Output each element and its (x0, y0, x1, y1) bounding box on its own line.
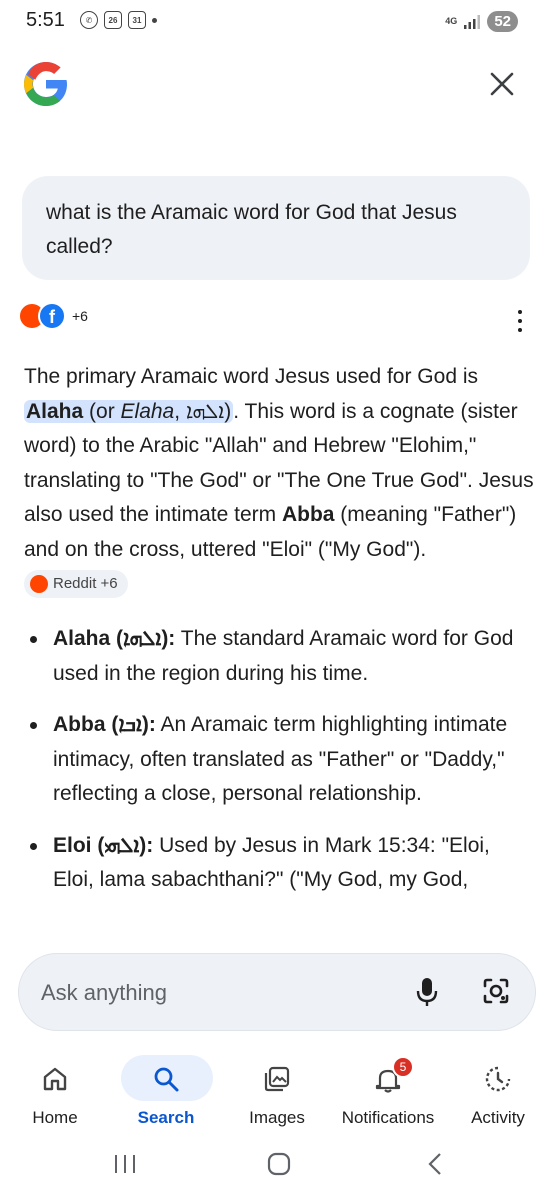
more-options-icon[interactable] (516, 310, 524, 332)
sources-row[interactable]: f +6 (18, 302, 88, 330)
highlight-script: , ܐܠܗܐ) (174, 399, 232, 423)
network-type: 4G (445, 16, 458, 26)
calendar-31-icon: 31 (128, 11, 146, 29)
more-notifications-dot (152, 17, 157, 23)
status-right: 4G 52 (445, 11, 518, 32)
nav-label-home: Home (32, 1108, 78, 1127)
signal-icon (464, 14, 481, 29)
list-item: Alaha (ܐܠܗܐ): The standard Aramaic word … (24, 622, 534, 691)
whatsapp-icon: ✆ (80, 11, 98, 29)
list-item: Eloi (ܐܠܗܝ): Used by Jesus in Mark 15:34… (24, 829, 534, 898)
images-icon (264, 1066, 290, 1092)
ai-answer-paragraph: The primary Aramaic word Jesus used for … (24, 360, 534, 602)
status-bar: 5:51 ✆ 26 31 4G 52 (0, 0, 554, 46)
bullet-term: Alaha (ܐܠܗܐ): (53, 627, 176, 650)
bullet-term: Abba (ܐܒܐ): (53, 713, 156, 736)
nav-images[interactable]: Images (222, 1048, 332, 1138)
home-icon (43, 1067, 67, 1091)
close-icon[interactable] (488, 70, 516, 98)
ask-input-placeholder[interactable]: Ask anything (41, 980, 167, 1006)
mic-icon[interactable] (415, 976, 439, 1008)
activity-icon (485, 1066, 511, 1092)
source-chip[interactable]: Reddit +6 (24, 570, 128, 599)
ask-input-bar[interactable]: Ask anything (18, 953, 536, 1031)
nav-label-search: Search (137, 1108, 195, 1127)
home-button-icon[interactable] (266, 1152, 292, 1176)
nav-home[interactable]: Home (0, 1048, 110, 1138)
search-icon (154, 1067, 179, 1092)
highlight-text: (or (83, 399, 121, 423)
status-time: 5:51 (26, 9, 65, 31)
notification-icons: ✆ 26 31 (80, 11, 157, 29)
google-g-logo[interactable] (22, 59, 70, 109)
recent-apps-icon[interactable] (112, 1152, 138, 1176)
top-bar (0, 56, 554, 116)
nav-search[interactable]: Search (111, 1048, 221, 1138)
back-icon[interactable] (422, 1152, 448, 1176)
notification-badge: 5 (392, 1056, 414, 1078)
bottom-navigation: Home Search Images 5 Notifications Activ… (0, 1048, 554, 1138)
alaha-term: Alaha (26, 399, 84, 423)
calendar-26-icon: 26 (104, 11, 122, 29)
nav-label-activity: Activity (471, 1108, 525, 1127)
reddit-icon (30, 575, 48, 594)
answer-text-start: The primary Aramaic word Jesus used for … (24, 365, 479, 388)
user-query-bubble: what is the Aramaic word for God that Je… (22, 176, 530, 280)
more-sources-count: +6 (72, 308, 88, 324)
facebook-icon: f (38, 302, 66, 330)
list-item: Abba (ܐܒܐ): An Aramaic term highlighting… (24, 708, 534, 812)
abba-term: Abba (281, 503, 335, 526)
nav-label-images: Images (249, 1108, 305, 1127)
battery-indicator: 52 (487, 11, 518, 32)
bullet-term: Eloi (ܐܠܗܝ): (53, 833, 154, 857)
highlighted-term: Alaha (or Elaha, ܐܠܗܐ) (24, 399, 234, 423)
source-chip-label: Reddit +6 (53, 575, 118, 593)
nav-notifications[interactable]: 5 Notifications (333, 1048, 443, 1138)
elaha-term: Elaha (120, 399, 175, 423)
answer-bullet-list: Alaha (ܐܠܗܐ): The standard Aramaic word … (24, 622, 534, 915)
nav-label-notifications: Notifications (341, 1108, 435, 1127)
nav-activity[interactable]: Activity (443, 1048, 553, 1138)
system-navigation-bar (0, 1140, 554, 1188)
lens-camera-icon[interactable] (481, 976, 511, 1006)
